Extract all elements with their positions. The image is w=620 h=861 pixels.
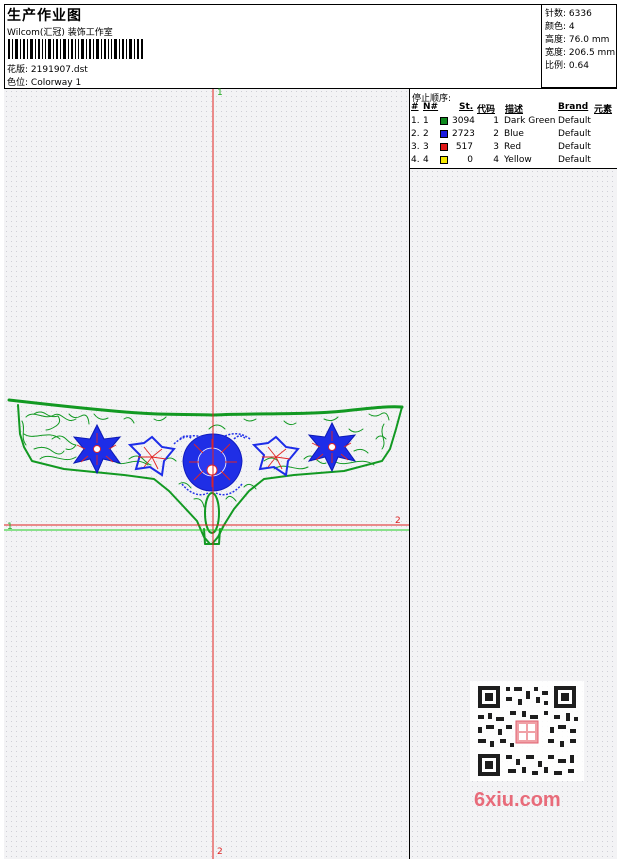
row-code: 4 (493, 155, 499, 165)
design-file-label: 花版: (7, 65, 29, 75)
page-title: 生产作业图 (7, 8, 82, 24)
stop-sequence-panel: 停止顺序: # N# St. 代码 描述 Brand 元素 1. 1 3094 … (410, 89, 617, 169)
row-description: Dark Green (504, 116, 556, 126)
scale-value: 0.64 (568, 61, 589, 71)
row-index: 1. (411, 116, 420, 126)
design-file-value: 2191907.dst (30, 65, 88, 75)
col-brand: Brand (558, 102, 589, 112)
height-stat: 高度: 76.0 mm (545, 32, 609, 45)
colorway-value: Colorway 1 (30, 78, 82, 88)
scale-stat: 比例: 0.64 (545, 58, 589, 71)
header-info: 生产作业图 Wilcom(汇冠) 装饰工作室 花版: 2191907.dst 色… (4, 4, 542, 88)
axis-label-right: 2 (395, 516, 401, 526)
row-index: 3. (411, 142, 420, 152)
qr-code (470, 681, 584, 781)
col-description: 描述 (505, 105, 524, 115)
axis-label-top: 1 (217, 88, 223, 98)
row-code: 2 (493, 129, 499, 139)
colors-value: 4 (568, 22, 575, 32)
row-brand: Default (558, 129, 591, 139)
row-code: 1 (493, 116, 499, 126)
width-stat: 宽度: 206.5 mm (545, 45, 615, 58)
blue-motifs (72, 421, 357, 496)
row-n: 1 (423, 116, 429, 126)
width-label: 宽度: (545, 48, 567, 58)
scale-label: 比例: (545, 61, 567, 71)
row-index: 2. (411, 129, 420, 139)
stitches-stat: 针数: 6336 (545, 6, 592, 19)
row-n: 4 (423, 155, 429, 165)
col-hash: # (411, 102, 419, 112)
row-stitches: 2723 (452, 129, 475, 139)
colors-stat: 颜色: 4 (545, 19, 575, 32)
barcode (8, 39, 143, 59)
row-brand: Default (558, 116, 591, 126)
col-n: N# (423, 102, 439, 112)
stitches-value: 6336 (568, 9, 592, 19)
embroidery-design (4, 89, 409, 859)
row-n: 2 (423, 129, 429, 139)
colorway-label: 色位: (7, 78, 29, 88)
color-swatch (440, 117, 448, 125)
colors-label: 颜色: (545, 22, 567, 32)
axis-label-bottom: 2 (217, 847, 223, 857)
colorway-row: 色位: Colorway 1 (7, 75, 81, 88)
width-value: 206.5 mm (568, 48, 616, 58)
color-swatch (440, 156, 448, 164)
row-brand: Default (558, 155, 591, 165)
height-label: 高度: (545, 35, 567, 45)
row-n: 3 (423, 142, 429, 152)
company-name: Wilcom(汇冠) 装饰工作室 (7, 28, 113, 38)
row-brand: Default (558, 142, 591, 152)
row-code: 3 (493, 142, 499, 152)
col-element: 元素 (594, 105, 613, 115)
height-value: 76.0 mm (568, 35, 610, 45)
axis-label-left: 1 (7, 522, 13, 532)
row-description: Red (504, 142, 522, 152)
row-description: Blue (504, 129, 524, 139)
design-stats: 针数: 6336 颜色: 4 高度: 76.0 mm 宽度: 206.5 mm … (542, 4, 617, 88)
col-code: 代码 (477, 105, 496, 115)
stitches-label: 针数: (545, 9, 567, 19)
row-stitches: 517 (455, 142, 473, 152)
design-file-row: 花版: 2191907.dst (7, 62, 88, 75)
row-index: 4. (411, 155, 420, 165)
row-stitches: 0 (467, 155, 473, 165)
col-stitches: St. (459, 102, 474, 112)
color-swatch (440, 143, 448, 151)
row-stitches: 3094 (452, 116, 475, 126)
row-description: Yellow (504, 155, 532, 165)
color-swatch (440, 130, 448, 138)
watermark-text: 6xiu.com (474, 789, 561, 811)
design-canvas: 1 2 1 2 (4, 88, 410, 859)
